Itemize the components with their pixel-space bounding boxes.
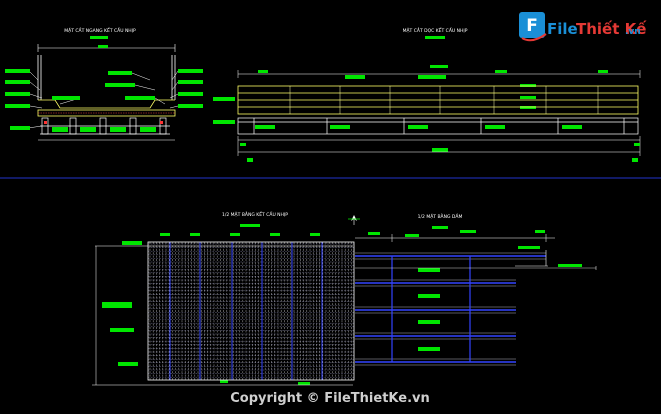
half-plan-beam-view: 1/2 MẶT BẰNG DẦM (355, 212, 597, 366)
deck-reinforcement-grid (148, 242, 354, 380)
half-plan-deck-tag (240, 224, 260, 227)
long-section-tag (425, 36, 445, 39)
cross-section-tag (90, 36, 108, 39)
cad-drawing-canvas: MẶT CẮT NGANG KẾT CẤU NHỊP MẶT CẮT DỌC K… (0, 0, 661, 414)
watermark-copyright: Copyright © FileThietKe.vn (230, 391, 430, 406)
half-plan-beam-title: 1/2 MẶT BẰNG DẦM (418, 212, 463, 220)
drawing-svg: MẶT CẮT NGANG KẾT CẤU NHỊP MẶT CẮT DỌC K… (0, 12, 661, 406)
watermark-logo-suffix: .vn (625, 27, 641, 37)
svg-text:F: F (526, 16, 538, 36)
half-plan-deck-title: 1/2 MẶT BẰNG KẾT CẤU NHỊP (222, 210, 288, 218)
cross-section-title: MẶT CẮT NGANG KẾT CẤU NHỊP (64, 26, 136, 34)
north-arrow-icon (348, 215, 360, 225)
half-plan-deck-view: 1/2 MẶT BẰNG KẾT CẤU NHỊP (92, 210, 355, 386)
half-plan-beam-tag (432, 226, 448, 229)
watermark-logo-part1: File (547, 20, 578, 38)
long-section-view: MẶT CẮT DỌC KẾT CẤU NHỊP (213, 26, 641, 162)
cross-section-view: MẶT CẮT NGANG KẾT CẤU NHỊP (5, 26, 203, 141)
long-section-title: MẶT CẮT DỌC KẾT CẤU NHỊP (403, 26, 468, 34)
filethietke-logo-icon: F (519, 12, 547, 42)
